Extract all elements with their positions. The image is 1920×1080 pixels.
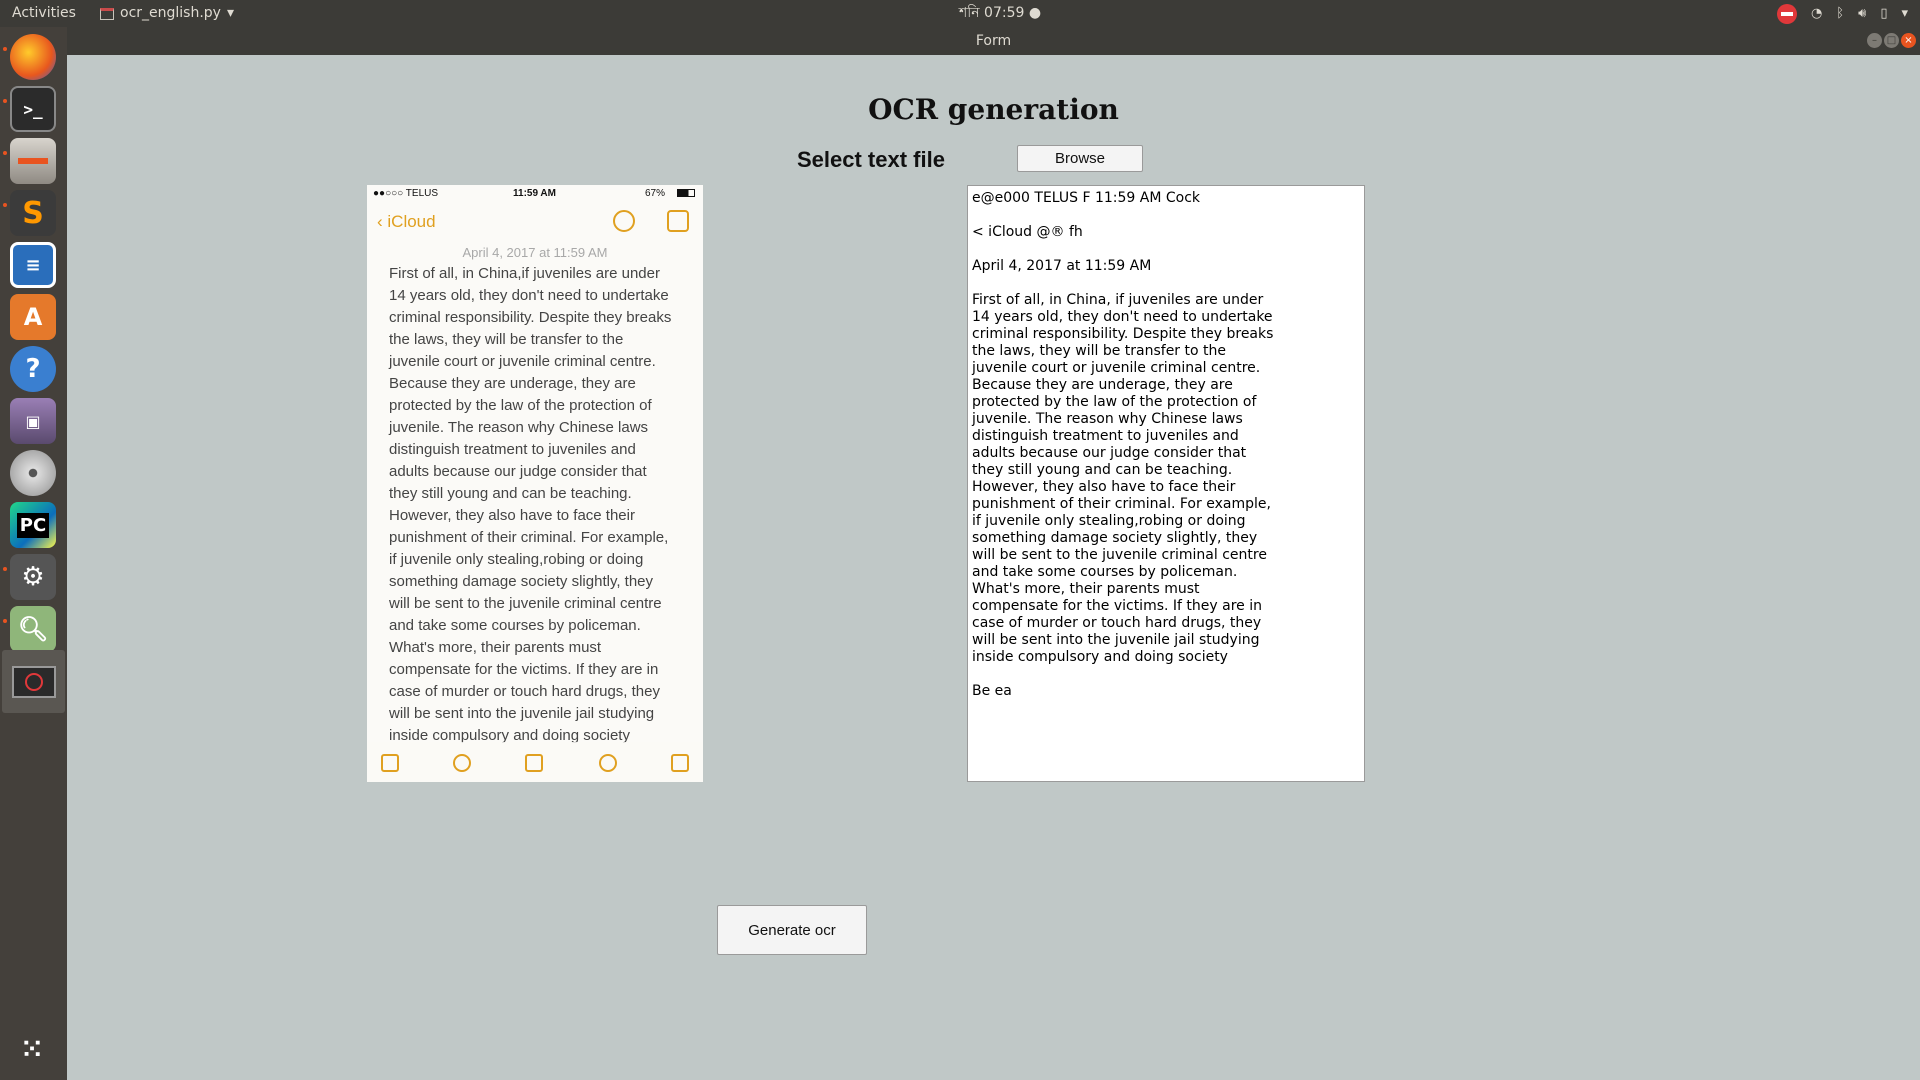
disc-icon[interactable]	[10, 450, 56, 496]
image-preview: ●●○○○ TELUS 11:59 AM 67% ‹ iCloud April …	[367, 185, 703, 782]
phone-time: 11:59 AM	[513, 188, 556, 199]
running-indicator	[3, 99, 7, 103]
share-icon	[667, 210, 689, 232]
no-entry-icon[interactable]	[1776, 3, 1797, 24]
camera-icon	[525, 754, 543, 772]
settings-tool-icon[interactable]: ⚙	[10, 554, 56, 600]
trash-icon	[381, 754, 399, 772]
chevron-down-icon[interactable]: ▾	[1901, 0, 1908, 27]
browse-button[interactable]: Browse	[1017, 145, 1143, 172]
battery-label: 67%	[645, 188, 666, 199]
maximize-button[interactable]: □	[1884, 33, 1899, 48]
software-center-icon[interactable]: A	[10, 294, 56, 340]
generate-ocr-button[interactable]: Generate ocr	[717, 905, 867, 955]
phone-toolbar	[367, 742, 703, 782]
running-indicator	[3, 203, 7, 207]
window-title-bar: Form – □ ×	[67, 27, 1920, 55]
files-icon[interactable]	[10, 138, 56, 184]
top-bar: Activities ocr_english.py ▾ শনি 07:59 ● …	[0, 0, 1920, 27]
volume-icon[interactable]: 🔊︎	[1858, 0, 1866, 27]
system-tray[interactable]: ◔ ᛒ 🔊︎ ▯ ▾	[1776, 0, 1908, 27]
firefox-icon[interactable]	[10, 34, 56, 80]
running-indicator	[3, 151, 7, 155]
notification-dot-icon: ●	[1028, 5, 1042, 21]
close-button[interactable]: ×	[1901, 33, 1916, 48]
window-title: Form	[975, 33, 1012, 49]
running-indicator	[3, 567, 7, 571]
app-menu[interactable]: ocr_english.py ▾	[100, 0, 234, 27]
form-content: OCR generation Select text file Browse ●…	[67, 55, 1920, 1080]
running-indicator	[3, 47, 7, 51]
pycharm-icon[interactable]: PC	[10, 502, 56, 548]
icloud-back-label: iCloud	[387, 212, 436, 231]
icloud-back-link: ‹ iCloud	[377, 212, 436, 231]
minimize-button[interactable]: –	[1867, 33, 1882, 48]
carrier-label: ●●○○○ TELUS	[373, 188, 439, 199]
compose-icon	[671, 754, 689, 772]
phone-status-bar: ●●○○○ TELUS 11:59 AM 67%	[367, 185, 703, 202]
chevron-down-icon: ▾	[226, 5, 234, 21]
select-file-label: Select text file	[797, 147, 945, 172]
writer-icon[interactable]: ≡	[10, 242, 56, 288]
add-person-icon	[613, 210, 635, 232]
wifi-icon[interactable]: ◔	[1811, 0, 1822, 27]
clock-label: শনি 07:59	[958, 5, 1025, 21]
help-icon[interactable]: ?	[10, 346, 56, 392]
note-text: First of all, in China,if juveniles are …	[389, 265, 672, 744]
battery-icon[interactable]: ▯	[1880, 0, 1887, 27]
sketch-icon	[599, 754, 617, 772]
ocr-output-textbox[interactable]: e@e000 TELUS F 11:59 AM Cock < iCloud @®…	[967, 185, 1365, 782]
checklist-icon	[453, 754, 471, 772]
no-entry-app-icon	[11, 665, 56, 698]
phone-battery-icon	[677, 189, 695, 197]
dock: >_ S ≡ A ? ▣ PC ⚙ 🔍︎ ⁙	[0, 27, 67, 1080]
page-title: OCR generation	[868, 93, 1119, 126]
activities-button[interactable]: Activities	[12, 0, 76, 27]
active-app-highlight[interactable]	[2, 650, 65, 713]
bluetooth-icon[interactable]: ᛒ	[1836, 0, 1844, 27]
running-indicator	[3, 619, 7, 623]
terminal-icon[interactable]: >_	[10, 86, 56, 132]
app-grid-icon[interactable]: ⁙	[10, 1027, 56, 1073]
app-window-icon	[100, 7, 114, 20]
note-date: April 4, 2017 at 11:59 AM	[462, 245, 608, 260]
clock[interactable]: শনি 07:59 ●	[930, 0, 1070, 27]
image-viewer-icon[interactable]: 🔍︎	[10, 606, 56, 652]
video-editor-icon[interactable]: ▣	[10, 398, 56, 444]
sublime-text-icon[interactable]: S	[10, 190, 56, 236]
app-menu-label: ocr_english.py	[120, 5, 221, 21]
